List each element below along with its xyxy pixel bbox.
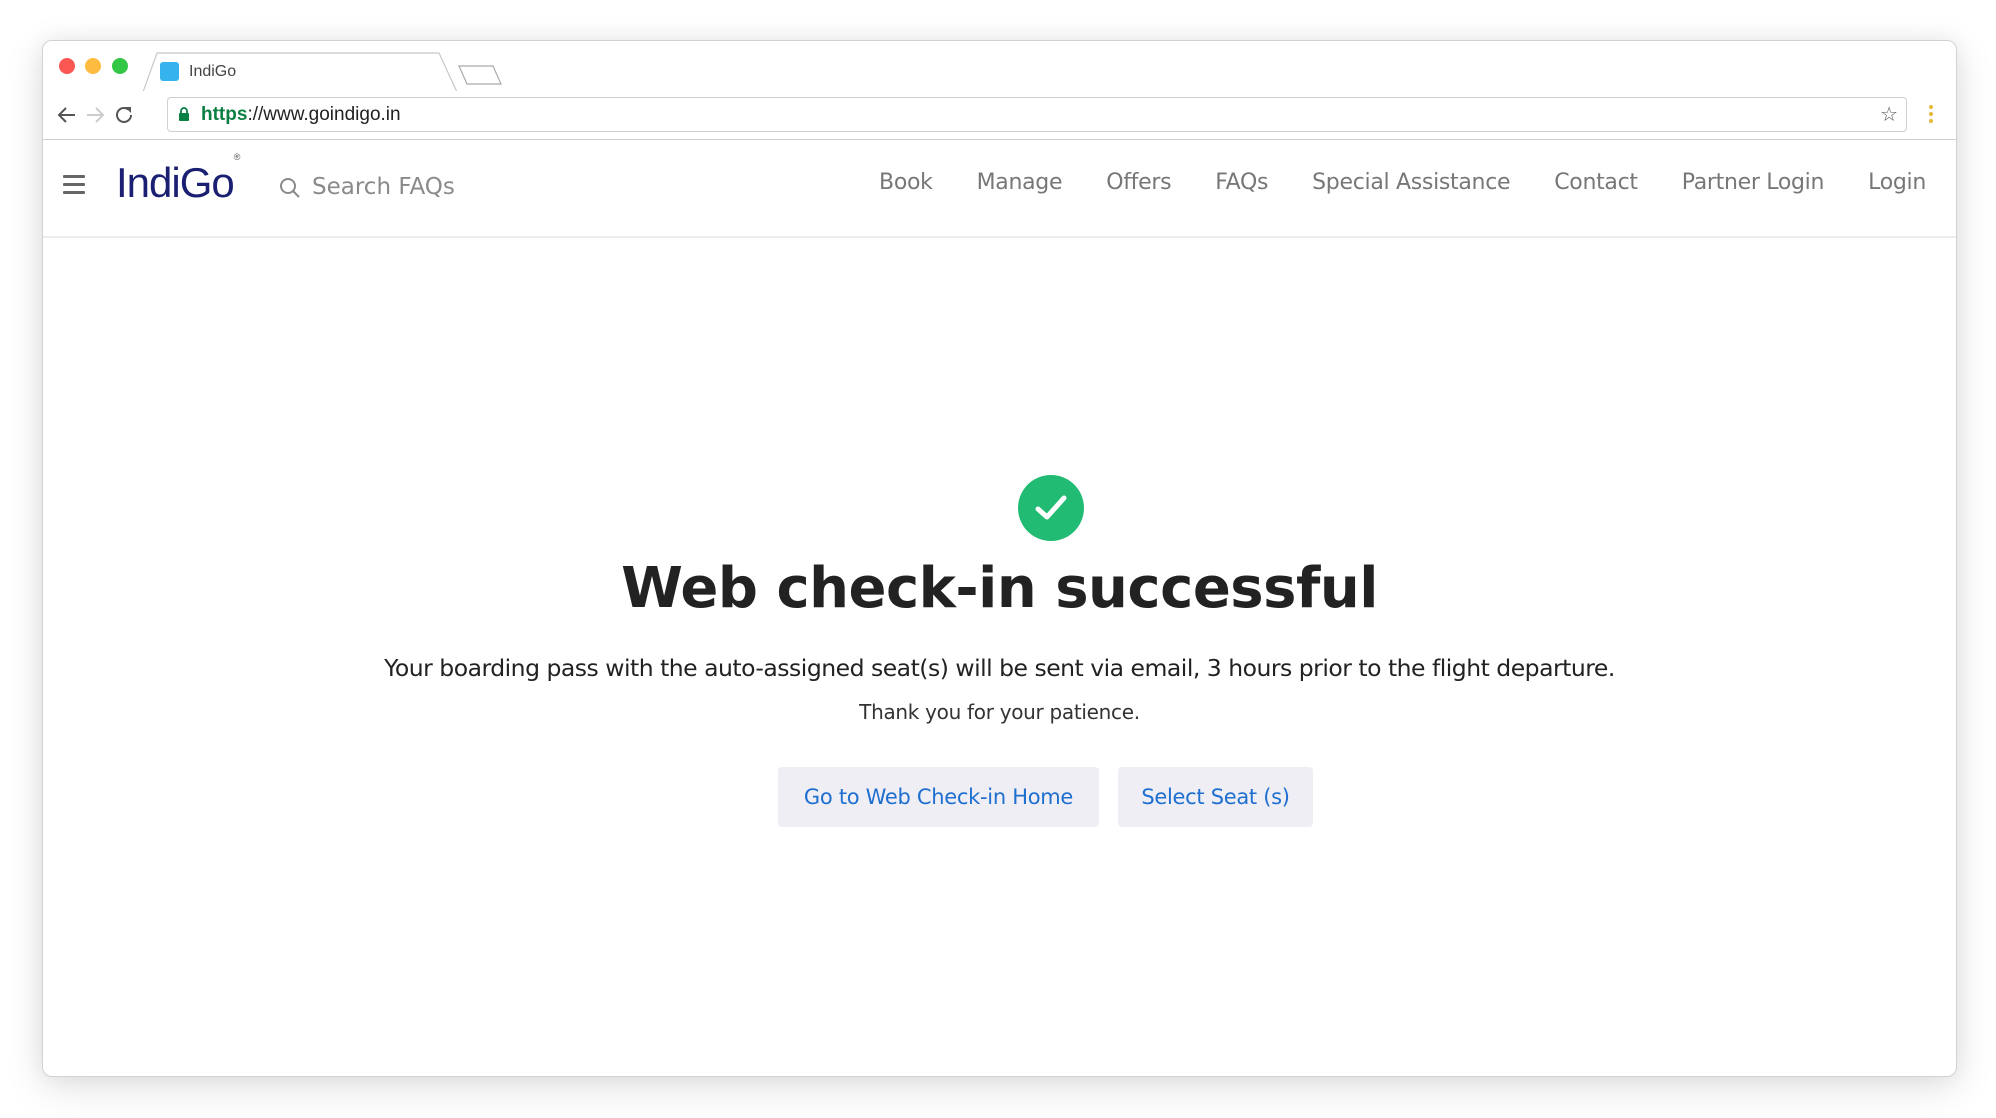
indigo-logo[interactable]: IndiGo®: [116, 152, 240, 207]
logo-text: IndiGo: [116, 159, 235, 206]
minimize-window-button[interactable]: [85, 58, 101, 74]
page-title: Web check-in successful: [621, 556, 1378, 621]
url-host: ://www.goindigo.in: [247, 104, 401, 125]
forward-arrow-icon[interactable]: [83, 103, 107, 127]
close-window-button[interactable]: [59, 58, 75, 74]
tab-strip: IndiGo: [43, 41, 1956, 92]
check-circle-icon: [1018, 475, 1084, 541]
nav-offers[interactable]: Offers: [1106, 170, 1171, 195]
nav-faqs[interactable]: FAQs: [1215, 170, 1268, 195]
go-to-web-checkin-home-button[interactable]: Go to Web Check-in Home: [778, 767, 1099, 827]
search-icon: [280, 178, 300, 198]
tab-title: IndiGo: [189, 63, 237, 80]
search-placeholder: Search FAQs: [312, 174, 455, 200]
nav-special-assistance[interactable]: Special Assistance: [1312, 170, 1510, 195]
favicon-icon: [160, 62, 179, 81]
thank-you-text: Thank you for your patience.: [859, 700, 1140, 724]
maximize-window-button[interactable]: [112, 58, 128, 74]
nav-book[interactable]: Book: [879, 170, 933, 195]
boarding-pass-message: Your boarding pass with the auto-assigne…: [384, 654, 1615, 682]
browser-tab[interactable]: IndiGo: [143, 52, 458, 92]
reload-icon[interactable]: [112, 103, 136, 127]
back-arrow-icon[interactable]: [55, 103, 79, 127]
address-bar[interactable]: https://www.goindigo.in ☆: [167, 97, 1907, 132]
kebab-menu-icon[interactable]: [1928, 105, 1934, 127]
nav-manage[interactable]: Manage: [977, 170, 1063, 195]
nav-login[interactable]: Login: [1868, 170, 1926, 195]
main-nav: Book Manage Offers FAQs Special Assistan…: [835, 170, 1926, 195]
browser-toolbar: https://www.goindigo.in ☆: [43, 91, 1956, 140]
nav-contact[interactable]: Contact: [1554, 170, 1638, 195]
site-header: IndiGo® Search FAQs Book Manage Offers F…: [43, 140, 1956, 238]
registered-mark: ®: [233, 152, 241, 162]
nav-partner-login[interactable]: Partner Login: [1682, 170, 1825, 195]
hamburger-menu-icon[interactable]: [63, 175, 85, 195]
lock-icon: [179, 107, 189, 121]
checkin-success-panel: Web check-in successful Your boarding pa…: [43, 238, 1956, 1076]
select-seat-button[interactable]: Select Seat (s): [1118, 767, 1313, 827]
star-icon[interactable]: ☆: [1880, 104, 1898, 124]
url-text: https://www.goindigo.in: [201, 104, 401, 126]
new-tab-button[interactable]: [457, 63, 503, 87]
url-scheme: https: [201, 104, 248, 125]
browser-window: IndiGo https://www.goindigo.in ☆ IndiGo®…: [42, 40, 1957, 1077]
